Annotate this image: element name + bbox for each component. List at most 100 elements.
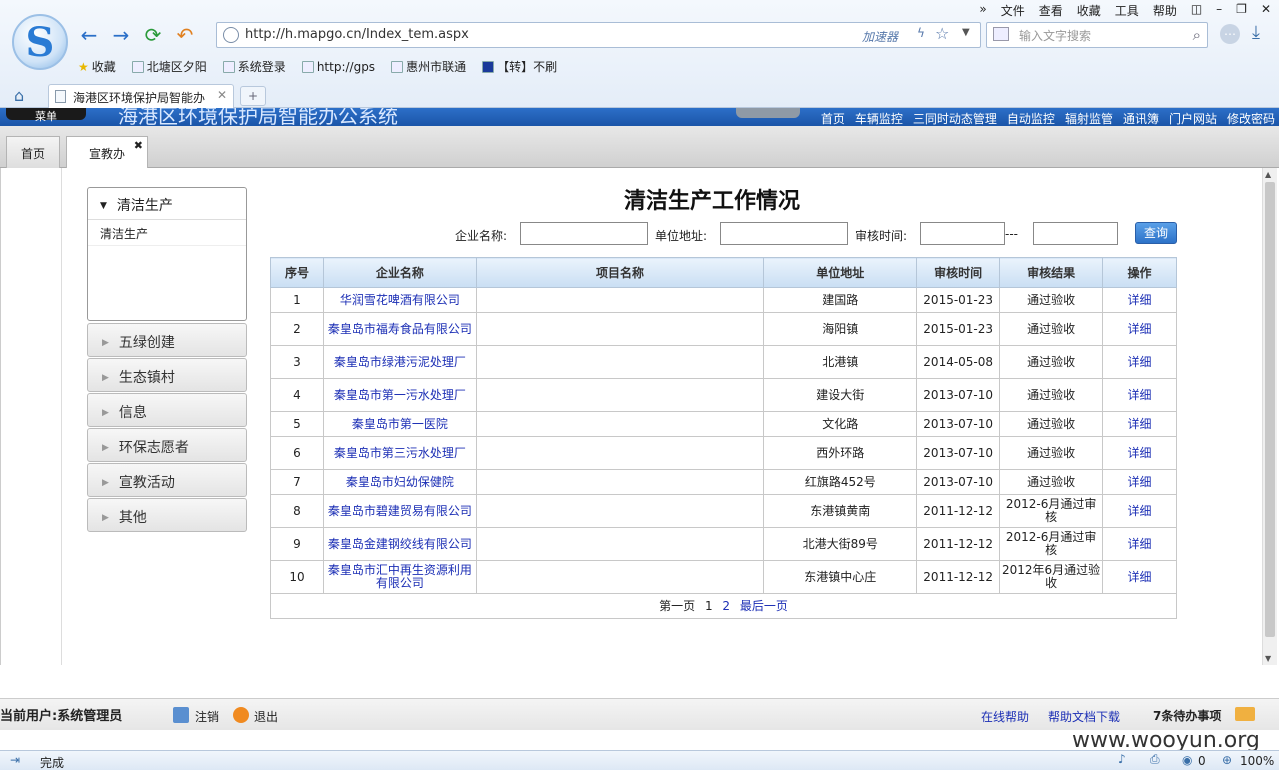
close-tab-icon[interactable]: ✕	[217, 88, 227, 102]
lightning-icon[interactable]: ϟ	[917, 26, 925, 40]
online-help-link[interactable]: 在线帮助	[981, 708, 1029, 725]
scroll-up-icon[interactable]: ▲	[1265, 170, 1271, 179]
pager-page[interactable]: 2	[722, 599, 730, 613]
scroll-thumb[interactable]	[1265, 182, 1275, 637]
sidebar-section[interactable]: ▶ 宣教活动	[87, 463, 247, 497]
company-link[interactable]: 秦皇岛金建钢绞线有限公司	[322, 527, 477, 561]
mail-icon[interactable]	[1235, 707, 1255, 721]
volume-icon[interactable]: ♪	[1118, 752, 1126, 766]
sidebar-section[interactable]: ▶ 五绿创建	[87, 323, 247, 357]
pager-page[interactable]: 1	[705, 599, 713, 613]
detail-link[interactable]: 详细	[1102, 378, 1177, 412]
detail-link[interactable]: 详细	[1102, 469, 1177, 495]
detail-link[interactable]: 详细	[1102, 411, 1177, 437]
nav-change-password[interactable]: 修改密码	[1227, 110, 1275, 126]
zoom-icon[interactable]: ⊕	[1222, 753, 1232, 767]
sidebar-toggle-icon[interactable]: ⇥	[10, 753, 20, 767]
doc-download-link[interactable]: 帮助文档下载	[1048, 708, 1120, 725]
detail-link[interactable]: 详细	[1102, 312, 1177, 346]
detail-link[interactable]: 详细	[1102, 527, 1177, 561]
address-bar[interactable]: http://h.mapgo.cn/Index_tem.aspx 加速器 ϟ ☆…	[216, 22, 981, 48]
menu-favorites[interactable]: 收藏	[1077, 2, 1101, 19]
new-tab-button[interactable]: +	[240, 86, 266, 106]
address-input[interactable]	[720, 222, 848, 245]
banner-search-button[interactable]	[736, 108, 800, 118]
undo-close-icon[interactable]: ↶	[174, 24, 196, 46]
query-button[interactable]: 查询	[1135, 222, 1177, 244]
browser-tab[interactable]: 海港区环境保护局智能办 ✕	[48, 84, 234, 108]
bookmark-item[interactable]: 惠州市联通	[391, 58, 466, 75]
company-link[interactable]: 秦皇岛市第三污水处理厂	[322, 436, 477, 470]
company-link[interactable]: 秦皇岛市福寿食品有限公司	[322, 312, 477, 346]
bookmark-item[interactable]: http://gps	[301, 58, 375, 75]
search-engine-icon[interactable]	[993, 27, 1009, 41]
refresh-icon[interactable]: ⟳	[142, 24, 164, 46]
pager-last[interactable]: 最后一页	[740, 599, 788, 613]
scroll-down-icon[interactable]: ▼	[1265, 654, 1271, 663]
bookmark-item[interactable]: 【转】不刷	[482, 58, 557, 75]
tab-home[interactable]: 首页	[6, 136, 60, 168]
company-link[interactable]: 秦皇岛市第一污水处理厂	[322, 378, 477, 412]
nav-vehicle-monitor[interactable]: 车辆监控	[855, 110, 903, 126]
tab-xuanjiaoban[interactable]: 宣教办 ✖	[66, 136, 148, 169]
company-name-input[interactable]	[520, 222, 648, 245]
menu-tools[interactable]: 工具	[1115, 2, 1139, 19]
menu-help[interactable]: 帮助	[1153, 2, 1177, 19]
restore-icon[interactable]: ❐	[1236, 2, 1247, 19]
sidebar-section[interactable]: ▶ 环保志愿者	[87, 428, 247, 462]
company-link[interactable]: 秦皇岛市妇幼保健院	[322, 469, 477, 495]
nav-portal[interactable]: 门户网站	[1169, 110, 1217, 126]
sidebar-item-cleaner-production[interactable]: 清洁生产	[88, 220, 246, 246]
dropdown-icon[interactable]: ▼	[962, 27, 970, 38]
exit-icon[interactable]	[233, 707, 249, 723]
nav-home[interactable]: 首页	[821, 110, 845, 126]
star-icon[interactable]: ☆	[935, 24, 949, 43]
exit-link[interactable]: 退出	[254, 708, 278, 725]
home-icon[interactable]: ⌂	[14, 86, 24, 105]
detail-link[interactable]: 详细	[1102, 436, 1177, 470]
audit-time-end-input[interactable]	[1033, 222, 1118, 245]
search-input[interactable]: 输入文字搜索	[1019, 27, 1091, 44]
logout-link[interactable]: 注销	[195, 708, 219, 725]
skin-icon[interactable]: ◫	[1191, 2, 1202, 19]
logout-icon[interactable]	[173, 707, 189, 723]
download-icon[interactable]: ⤓	[1252, 22, 1260, 43]
search-icon[interactable]: ⌕	[1193, 26, 1201, 44]
sidebar-section[interactable]: ▶ 信息	[87, 393, 247, 427]
audit-time-start-input[interactable]	[920, 222, 1005, 245]
vertical-scrollbar[interactable]: ▲ ▼	[1262, 168, 1277, 665]
more-icon[interactable]: ⋯	[1220, 24, 1240, 44]
company-link[interactable]: 秦皇岛市第一医院	[322, 411, 477, 437]
bookmark-item[interactable]: 系统登录	[222, 58, 286, 75]
pager-first[interactable]: 第一页	[659, 599, 695, 613]
search-box[interactable]: 输入文字搜索 ⌕	[986, 22, 1208, 48]
detail-link[interactable]: 详细	[1102, 494, 1177, 528]
sidebar-section[interactable]: ▶ 其他	[87, 498, 247, 532]
close-window-icon[interactable]: ✕	[1261, 2, 1271, 19]
accelerator-label[interactable]: 加速器	[862, 28, 898, 45]
bookmark-item[interactable]: 北塘区夕阳	[131, 58, 207, 75]
minimize-icon[interactable]: –	[1216, 2, 1222, 19]
company-link[interactable]: 秦皇岛市汇中再生资源利用有限公司	[322, 560, 477, 594]
adblock-icon[interactable]: ◉	[1182, 753, 1192, 767]
todo-count[interactable]: 7条待办事项	[1153, 707, 1221, 724]
zoom-level[interactable]: 100%	[1240, 754, 1274, 768]
company-link[interactable]: 秦皇岛市碧建贸易有限公司	[322, 494, 477, 528]
nav-three-simultaneous[interactable]: 三同时动态管理	[913, 110, 997, 126]
sidebar-section[interactable]: ▶ 生态镇村	[87, 358, 247, 392]
company-link[interactable]: 秦皇岛市绿港污泥处理厂	[322, 345, 477, 379]
nav-auto-monitor[interactable]: 自动监控	[1007, 110, 1055, 126]
menu-button[interactable]: 菜单	[6, 108, 86, 123]
sidebar-section-header[interactable]: ▼ 清洁生产	[88, 188, 246, 220]
menu-more-icon[interactable]: »	[979, 2, 986, 19]
bookmark-favorites[interactable]: ★ 收藏	[78, 58, 116, 75]
detail-link[interactable]: 详细	[1102, 560, 1177, 594]
forward-icon[interactable]: →	[110, 24, 132, 46]
close-icon[interactable]: ✖	[134, 139, 143, 152]
nav-radiation[interactable]: 辐射监管	[1065, 110, 1113, 126]
nav-contacts[interactable]: 通讯簿	[1123, 110, 1159, 126]
detail-link[interactable]: 详细	[1102, 287, 1177, 313]
menu-view[interactable]: 查看	[1039, 2, 1063, 19]
print-icon[interactable]: ⎙	[1150, 752, 1160, 767]
menu-file[interactable]: 文件	[1001, 2, 1025, 19]
